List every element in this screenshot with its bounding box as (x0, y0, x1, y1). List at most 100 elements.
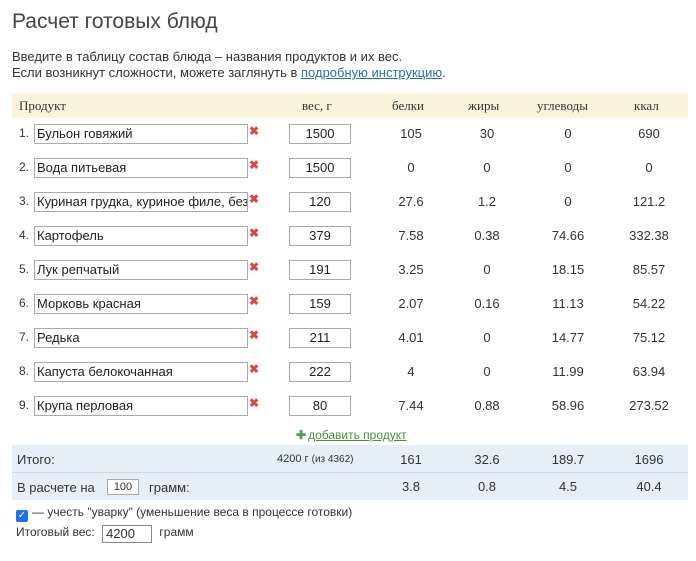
row-number: 5. (19, 262, 30, 276)
delete-icon[interactable]: ✖ (249, 396, 259, 410)
row-number: 2. (19, 160, 30, 174)
total-label: Итого: (17, 452, 55, 467)
carbs-value: 11.13 (552, 296, 584, 311)
delete-icon[interactable]: ✖ (249, 226, 259, 240)
fat-value: 0.16 (474, 296, 500, 311)
delete-icon[interactable]: ✖ (249, 294, 259, 308)
page-title: Расчет готовых блюд (12, 10, 218, 33)
per-carbs: 4.5 (558, 479, 578, 494)
weight-input[interactable]: 379 (289, 226, 351, 246)
carbs-value: 0 (564, 160, 572, 175)
delete-icon[interactable]: ✖ (249, 362, 259, 376)
product-name-input[interactable]: Картофель (34, 226, 248, 246)
carbs-value: 11.99 (552, 364, 584, 379)
table-row: 1. Бульон говяжий ✖ 1500 105 30 0 690 (12, 116, 688, 150)
per-weight-input[interactable]: 100 (107, 479, 139, 495)
table-row: 8. Капуста белокочанная ✖ 222 4 0 11.99 63.94 (12, 354, 688, 388)
product-name-input[interactable]: Редька (34, 328, 248, 348)
intro-prefix: Если возникнут сложности, можете загляну… (12, 65, 301, 80)
kcal-value: 332.38 (629, 228, 669, 243)
product-name-input[interactable]: Бульон говяжий (34, 124, 248, 144)
weight-input[interactable]: 1500 (289, 158, 351, 178)
instruction-link[interactable]: подробную инструкцию (301, 65, 442, 80)
final-weight: Итоговый вес: 4200 грамм (16, 525, 194, 543)
add-product-label: добавить продукт (308, 428, 407, 442)
table-row: 3. Куриная грудка, куриное филе, без ✖ 120 2… (12, 184, 688, 218)
product-name-input[interactable]: Крупа перловая (34, 396, 248, 416)
table-row: 9. Крупа перловая ✖ 80 7.44 0.88 58.96 273.52 (12, 388, 688, 422)
total-weight: 4200 г (из 4362) (277, 453, 353, 465)
final-weight-input[interactable]: 4200 (102, 525, 153, 543)
table-row: 6. Морковь красная ✖ 159 2.07 0.16 11.13 54.22 (12, 286, 688, 320)
product-name-input[interactable]: Вода питьевая (34, 158, 248, 178)
delete-icon[interactable]: ✖ (249, 192, 259, 206)
per-label: В расчете на (17, 480, 95, 495)
row-number: 9. (19, 398, 30, 412)
fat-value: 1.2 (477, 194, 497, 209)
per-kcal: 40.4 (636, 479, 662, 494)
intro-line-1: Введите в таблицу состав блюда – названи… (12, 49, 403, 64)
total-weight-of: (из 4362) (311, 454, 354, 465)
fat-value: 0 (483, 364, 491, 379)
weight-input[interactable]: 120 (289, 192, 351, 212)
row-number: 4. (19, 228, 30, 242)
per-unit: грамм: (149, 480, 190, 495)
row-number: 6. (19, 296, 30, 310)
row-number: 1. (19, 126, 30, 140)
per-weight-row: В расчете на 100 грамм: 3.8 0.8 4.5 40.4 (12, 472, 688, 500)
weight-input[interactable]: 222 (289, 362, 351, 382)
per-fat: 0.8 (477, 479, 497, 494)
carbs-value: 18.15 (551, 262, 585, 277)
add-product-button[interactable]: ✚ добавить продукт (296, 428, 407, 442)
total-carbs: 189.7 (551, 452, 585, 467)
product-name-input[interactable]: Лук репчатый (34, 260, 248, 280)
kcal-value: 690 (638, 126, 660, 141)
product-name-input[interactable]: Капуста белокочанная (34, 362, 248, 382)
table-row: 5. Лук репчатый ✖ 191 3.25 0 18.15 85.57 (12, 252, 688, 286)
protein-value: 4.01 (398, 330, 424, 345)
table-row: 4. Картофель ✖ 379 7.58 0.38 74.66 332.38 (12, 218, 688, 252)
weight-input[interactable]: 80 (289, 396, 351, 416)
protein-value: 7.44 (398, 398, 424, 413)
carbs-value: 0 (564, 194, 572, 209)
delete-icon[interactable]: ✖ (249, 260, 259, 274)
row-number: 3. (19, 194, 30, 208)
delete-icon[interactable]: ✖ (249, 124, 259, 138)
kcal-value: 63.94 (632, 364, 666, 379)
protein-value: 7.58 (398, 228, 424, 243)
row-number: 7. (19, 330, 30, 344)
delete-icon[interactable]: ✖ (249, 158, 259, 172)
delete-icon[interactable]: ✖ (249, 328, 259, 342)
weight-input[interactable]: 191 (289, 260, 351, 280)
total-fat: 32.6 (474, 452, 500, 467)
protein-value: 27.6 (398, 194, 424, 209)
weight-input[interactable]: 159 (289, 294, 351, 314)
final-weight-unit: грамм (159, 525, 194, 539)
header-fat: жиры (468, 98, 500, 113)
protein-value: 0 (407, 160, 415, 175)
fat-value: 0.38 (474, 228, 500, 243)
row-number: 8. (19, 364, 30, 378)
header-weight: вес, г (302, 98, 332, 113)
per-protein: 3.8 (401, 479, 421, 494)
boil-checkbox[interactable]: ✓ (16, 510, 28, 522)
boil-option: ✓ — учесть "уварку" (уменьшение веса в пр… (16, 505, 352, 522)
protein-value: 105 (400, 126, 422, 141)
product-name-input[interactable]: Куриная грудка, куриное филе, без (34, 192, 248, 212)
protein-value: 3.25 (398, 262, 424, 277)
total-row: Итого: 4200 г (из 4362) 161 32.6 189.7 1… (12, 445, 688, 472)
table-header: Продукт вес, г белки жиры углеводы ккал (12, 93, 688, 118)
fat-value: 0 (483, 160, 491, 175)
table-row: 7. Редька ✖ 211 4.01 0 14.77 75.12 (12, 320, 688, 354)
protein-value: 2.07 (398, 296, 424, 311)
plus-icon: ✚ (296, 428, 307, 442)
carbs-value: 14.77 (551, 330, 585, 345)
product-name-input[interactable]: Морковь красная (34, 294, 248, 314)
carbs-value: 0 (564, 126, 572, 141)
weight-input[interactable]: 211 (289, 328, 351, 348)
kcal-value: 85.57 (632, 262, 666, 277)
header-carbs: углеводы (537, 98, 588, 113)
header-protein: белки (392, 98, 424, 113)
header-product: Продукт (19, 98, 66, 113)
weight-input[interactable]: 1500 (289, 124, 351, 144)
